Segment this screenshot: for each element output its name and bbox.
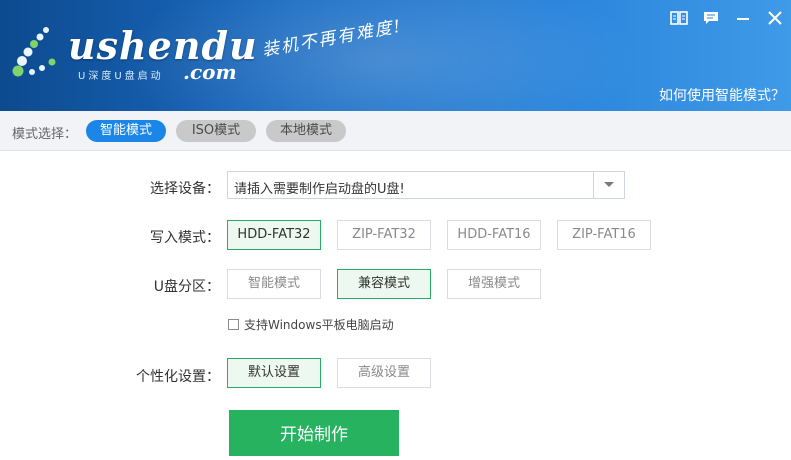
- write-mode-zip-fat16[interactable]: ZIP-FAT16: [557, 220, 651, 250]
- app-logo: ushendu .com U深度U盘启动: [8, 22, 257, 88]
- mode-label: 模式选择：: [12, 127, 78, 142]
- logo-subtitle: U深度U盘启动: [78, 71, 164, 82]
- chat-icon[interactable]: [701, 8, 721, 28]
- app-header: ushendu .com U深度U盘启动 装机不再有难度! 如何使用智能模式？: [0, 0, 791, 111]
- partition-label: U盘分区：: [153, 279, 220, 295]
- chevron-down-icon[interactable]: [593, 172, 624, 198]
- tab-local-mode[interactable]: 本地模式: [266, 120, 346, 142]
- tablet-boot-label: 支持Windows平板电脑启动: [244, 318, 394, 332]
- partition-compatible-mode[interactable]: 兼容模式: [337, 269, 431, 299]
- device-label: 选择设备：: [150, 181, 220, 197]
- write-mode-label: 写入模式：: [150, 230, 220, 246]
- tablet-boot-checkbox[interactable]: [228, 319, 239, 330]
- tab-iso-mode[interactable]: ISO模式: [176, 120, 256, 142]
- tablet-boot-option[interactable]: 支持Windows平板电脑启动: [228, 316, 394, 333]
- close-icon[interactable]: [765, 8, 785, 28]
- minimize-icon[interactable]: [733, 8, 753, 28]
- help-link[interactable]: 如何使用智能模式？: [659, 85, 785, 105]
- start-button[interactable]: 开始制作: [229, 410, 399, 456]
- device-select-value: 请插入需要制作启动盘的U盘!: [234, 182, 405, 197]
- window-controls: [669, 8, 785, 28]
- logo-domain: .com: [183, 60, 237, 84]
- personalize-advanced[interactable]: 高级设置: [337, 358, 431, 388]
- write-mode-zip-fat32[interactable]: ZIP-FAT32: [337, 220, 431, 250]
- mode-bar: 模式选择： 智能模式 ISO模式 本地模式: [0, 111, 791, 151]
- tab-smart-mode[interactable]: 智能模式: [86, 120, 166, 142]
- partition-enhanced-mode[interactable]: 增强模式: [447, 269, 541, 299]
- book-icon[interactable]: [669, 8, 689, 28]
- personalize-label: 个性化设置：: [136, 369, 220, 385]
- write-mode-hdd-fat16[interactable]: HDD-FAT16: [447, 220, 541, 250]
- personalize-default[interactable]: 默认设置: [227, 358, 321, 388]
- device-select[interactable]: 请插入需要制作启动盘的U盘!: [227, 171, 625, 199]
- write-mode-hdd-fat32[interactable]: HDD-FAT32: [227, 220, 321, 250]
- partition-smart-mode[interactable]: 智能模式: [227, 269, 321, 299]
